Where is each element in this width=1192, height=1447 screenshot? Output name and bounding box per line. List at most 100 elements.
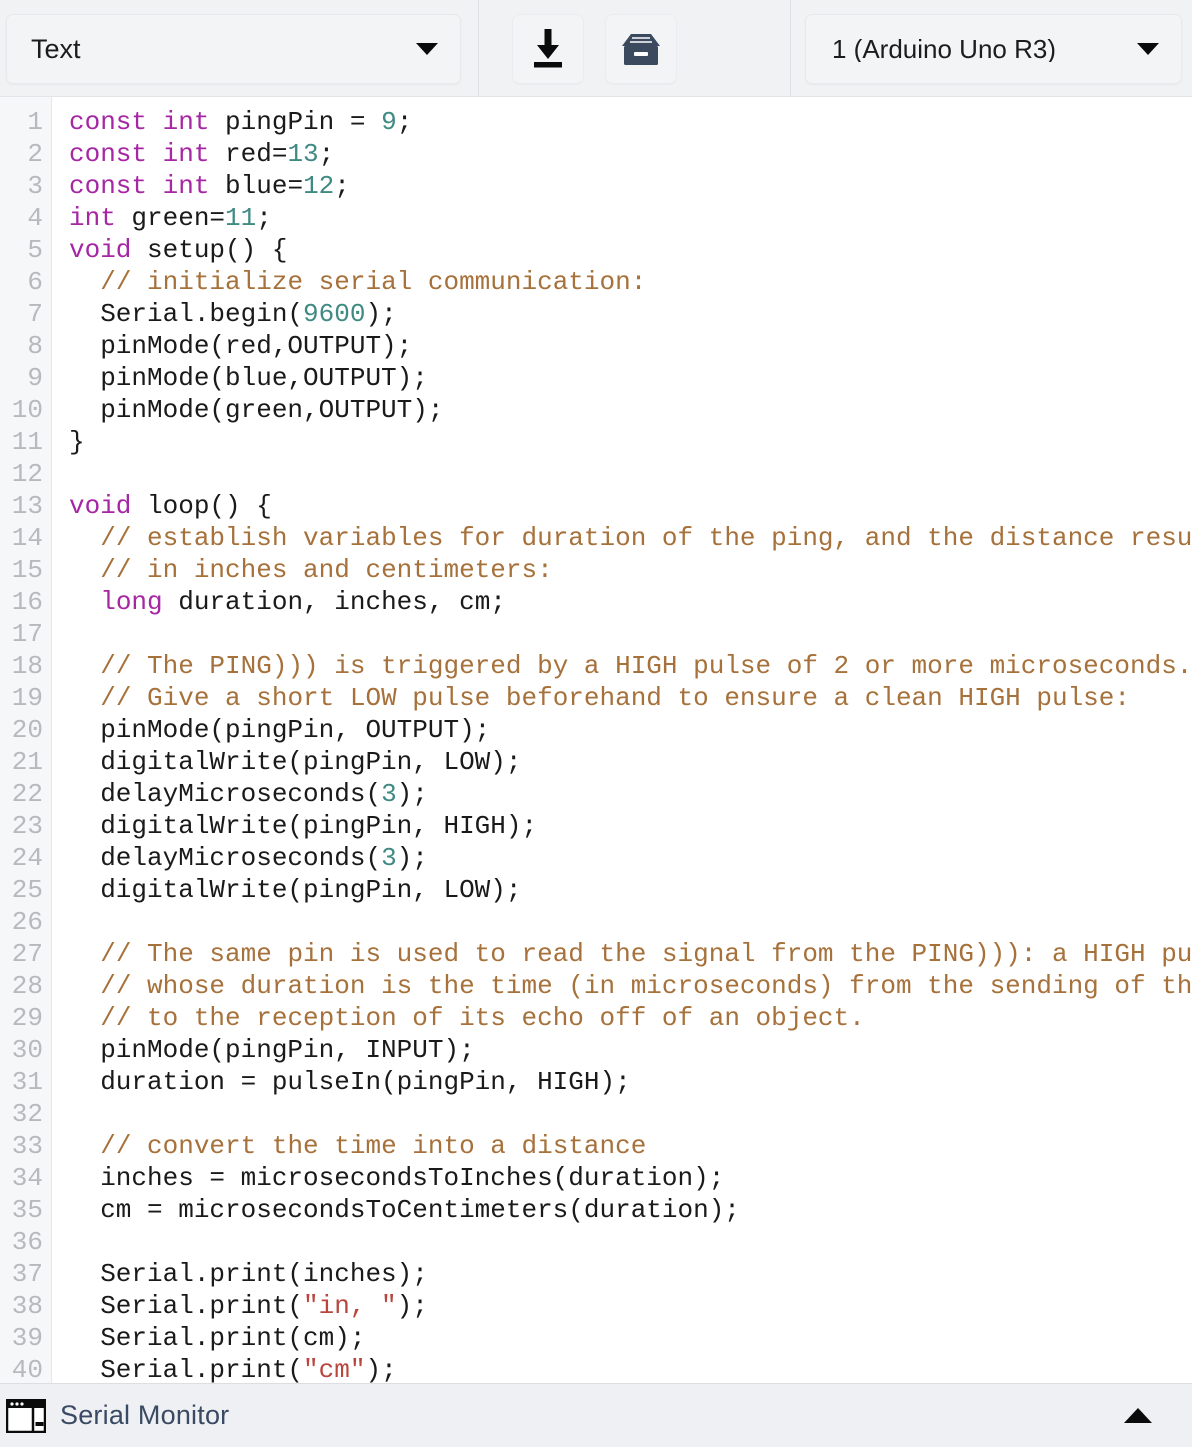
code-line: pinMode(green,OUTPUT); (69, 394, 1192, 426)
line-number: 18 (11, 651, 43, 681)
code-token-pln: } (69, 427, 85, 457)
code-line: Serial.print("cm"); (69, 1354, 1192, 1383)
code-token-kw: void (69, 491, 132, 521)
code-line: Serial.print(cm); (69, 1322, 1192, 1354)
code-token-pln: loop() { (131, 491, 272, 521)
code-token-pln: setup() { (131, 235, 288, 265)
code-line: pinMode(blue,OUTPUT); (69, 362, 1192, 394)
code-token-pln: inches = microsecondsToInches(duration); (69, 1163, 725, 1193)
code-token-pln: pinMode(blue,OUTPUT); (69, 363, 428, 393)
code-line: // initialize serial communication: (69, 266, 1192, 298)
code-token-num: 3 (381, 843, 397, 873)
code-token-pln: delayMicroseconds( (69, 843, 382, 873)
code-text-area[interactable]: const int pingPin = 9; const int red=13; c… (52, 97, 1192, 1383)
chevron-up-icon[interactable] (1124, 1408, 1152, 1423)
code-token-com: // establish variables for duration of t… (100, 523, 1192, 553)
code-token-kw: int (69, 203, 116, 233)
line-number-gutter: 1 2 3 4 5 6 7 8 9 10 11 12 13 14 15 16 17 18 19 20 21 22 23 24 2… (0, 97, 52, 1383)
code-token-pln (69, 939, 100, 969)
line-number: 27 (11, 939, 43, 969)
code-line: digitalWrite(pingPin, HIGH); (69, 810, 1192, 842)
toolbar-separator-left (478, 0, 479, 96)
code-line: // The same pin is used to read the sign… (69, 938, 1192, 970)
code-token-com: // to the reception of its echo off of a… (100, 1003, 865, 1033)
line-number: 36 (11, 1227, 43, 1257)
code-token-kw: const int (69, 139, 210, 169)
code-token-num: 12 (303, 171, 335, 201)
upload-button[interactable] (512, 14, 584, 84)
code-line: delayMicroseconds(3); (69, 842, 1192, 874)
line-number: 1 (27, 107, 43, 137)
code-token-pln: red= (209, 139, 288, 169)
code-token-pln (69, 587, 100, 617)
code-token-pln: delayMicroseconds( (69, 779, 382, 809)
line-number: 4 (27, 203, 43, 233)
arduino-ide-window: Text 1 (Arduino Uno R3) 1 2 3 4 5 6 7 8 … (0, 0, 1192, 1447)
code-token-pln: Serial.print( (69, 1355, 304, 1383)
code-line: pinMode(red,OUTPUT); (69, 330, 1192, 362)
code-token-pln: ; (318, 139, 335, 169)
line-number: 11 (11, 427, 43, 457)
code-line: inches = microsecondsToInches(duration); (69, 1162, 1192, 1194)
code-token-num: 13 (287, 139, 319, 169)
line-number: 25 (11, 875, 43, 905)
code-token-pln (69, 1003, 100, 1033)
code-line: duration = pulseIn(pingPin, HIGH); (69, 1066, 1192, 1098)
code-token-com: // Give a short LOW pulse beforehand to … (100, 683, 1130, 713)
code-token-pln (69, 683, 100, 713)
code-token-kw: long (100, 587, 163, 617)
code-line: // whose duration is the time (in micros… (69, 970, 1192, 1002)
code-token-pln: Serial.print(cm); (69, 1323, 366, 1353)
line-number: 30 (11, 1035, 43, 1065)
code-line: void loop() { (69, 490, 1192, 522)
line-number: 15 (11, 555, 43, 585)
serial-monitor-bar[interactable]: Serial Monitor (0, 1383, 1192, 1447)
line-number: 8 (27, 331, 43, 361)
code-line: const int pingPin = 9; (69, 106, 1192, 138)
chevron-down-icon (1137, 43, 1159, 55)
toolbar-separator-right (790, 0, 791, 96)
code-line: void setup() { (69, 234, 1192, 266)
code-token-pln: ; (256, 203, 272, 233)
serial-monitor-label: Serial Monitor (60, 1400, 230, 1430)
line-number: 14 (11, 523, 43, 553)
code-token-pln: Serial.print(inches); (69, 1259, 428, 1289)
code-token-pln: pinMode(pingPin, INPUT); (69, 1035, 475, 1065)
line-number: 2 (27, 139, 43, 169)
code-line: // convert the time into a distance (69, 1130, 1192, 1162)
code-token-pln: ); (396, 1291, 428, 1321)
line-number: 24 (11, 843, 43, 873)
code-line: digitalWrite(pingPin, LOW); (69, 874, 1192, 906)
line-number: 16 (11, 587, 43, 617)
line-number: 35 (11, 1195, 43, 1225)
library-button[interactable] (605, 14, 677, 84)
line-number: 32 (11, 1099, 43, 1129)
line-number: 38 (11, 1291, 43, 1321)
line-number: 31 (11, 1067, 43, 1097)
code-token-pln: digitalWrite(pingPin, HIGH); (69, 811, 538, 841)
code-line: long duration, inches, cm; (69, 586, 1192, 618)
line-number: 3 (27, 171, 43, 201)
code-token-pln: digitalWrite(pingPin, LOW); (69, 747, 522, 777)
board-select[interactable]: 1 (Arduino Uno R3) (805, 14, 1182, 84)
code-token-str: "in, " (303, 1291, 397, 1321)
code-line: cm = microsecondsToCentimeters(duration)… (69, 1194, 1192, 1226)
code-token-pln: ; (334, 171, 350, 201)
code-token-pln: cm = microsecondsToCentimeters(duration)… (69, 1195, 740, 1225)
code-line: } (69, 426, 1192, 458)
code-token-pln: Serial.begin( (69, 299, 304, 329)
line-number: 21 (11, 747, 43, 777)
code-token-com: // The same pin is used to read the sign… (100, 939, 1192, 969)
code-token-str: "cm" (303, 1355, 366, 1383)
line-number: 34 (11, 1163, 43, 1193)
code-token-kw: const int (69, 107, 210, 137)
code-editor[interactable]: 1 2 3 4 5 6 7 8 9 10 11 12 13 14 15 16 17 18 19 20 21 22 23 24 2… (0, 97, 1192, 1383)
line-number: 28 (11, 971, 43, 1001)
format-select[interactable]: Text (6, 14, 461, 84)
code-token-num: 3 (381, 779, 397, 809)
code-token-pln (69, 267, 100, 297)
line-number: 20 (11, 715, 43, 745)
